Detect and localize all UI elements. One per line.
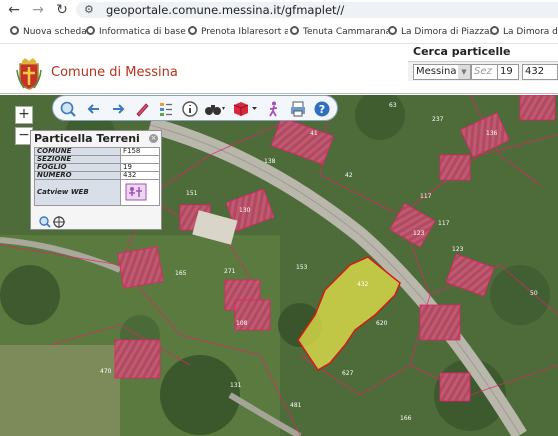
parcel-label: 432: [357, 281, 369, 288]
bookmark-label: Nuova scheda: [23, 27, 87, 37]
bookmark-label: La Dimora di Piazza...: [401, 27, 494, 37]
numero-input[interactable]: 432: [522, 64, 558, 80]
chevron-down-icon[interactable]: ▼: [458, 65, 470, 79]
parcel-label: 470: [100, 368, 112, 375]
globe-icon: [188, 26, 197, 35]
parcel-label: 153: [296, 264, 308, 271]
bookmark-item[interactable]: La Dimora di Spa: [490, 26, 558, 40]
parcel-label: 151: [186, 190, 198, 197]
address-bar[interactable]: ⚙ geoportale.comune.messina.it/gfmaplet/…: [76, 2, 558, 18]
parcel-label: 108: [236, 320, 248, 327]
cerca-form: Messina ▼ Sez 19 432: [408, 61, 558, 81]
coat-of-arms-icon: [16, 58, 42, 90]
parcel-label: 130: [239, 207, 251, 214]
row-value: F158: [120, 147, 160, 156]
legend-icon[interactable]: [157, 100, 175, 118]
row-key: NUMERO: [34, 171, 121, 180]
parcel-label: 117: [420, 193, 432, 200]
panel-actions: [39, 216, 65, 228]
catview-label: Catview WEB: [34, 179, 121, 206]
bookmark-item[interactable]: Prenota Iblaresort a...: [188, 26, 288, 40]
parcel-label: 131: [230, 382, 242, 389]
zoom-search-icon[interactable]: [59, 100, 77, 118]
svg-text:?: ?: [319, 103, 325, 116]
site-settings-icon[interactable]: ⚙: [84, 3, 94, 16]
row-value: 432: [120, 171, 160, 180]
catview-link[interactable]: [120, 179, 160, 206]
pen-icon[interactable]: [133, 100, 151, 118]
parcel-label: 42: [345, 172, 353, 179]
walk-icon[interactable]: [265, 100, 283, 118]
bookmark-label: Prenota Iblaresort a...: [201, 27, 288, 37]
reload-icon[interactable]: ↻: [54, 2, 70, 18]
zoom-to-icon[interactable]: [39, 216, 51, 228]
parcel-label: 123: [452, 246, 464, 253]
app-header: Comune di Messina Cerca particelle Messi…: [0, 44, 558, 94]
globe-icon: [86, 26, 95, 35]
parcel-label: 627: [342, 370, 354, 377]
comune-select[interactable]: Messina ▼: [413, 64, 471, 80]
close-icon[interactable]: ×: [149, 134, 158, 143]
parcel-label: 41: [310, 130, 318, 137]
globe-icon: [490, 26, 499, 35]
bookmark-label: La Dimora di Spa: [503, 27, 558, 37]
page-title: Comune di Messina: [51, 65, 178, 80]
parcel-label: 165: [175, 270, 187, 277]
print-icon[interactable]: [289, 100, 307, 118]
globe-icon: [10, 26, 19, 35]
table-row: NUMERO 432: [34, 171, 160, 180]
panel-title: Particella Terreni: [34, 132, 140, 145]
particella-table: COMUNE F158 SEZIONE FOGLIO 19 NUMERO 432 Ca…: [34, 147, 160, 206]
zoom-in-button[interactable]: +: [15, 106, 33, 124]
cerca-particelle-panel: Cerca particelle Messina ▼ Sez 19 432: [408, 44, 558, 94]
bookmark-item[interactable]: Tenuta Cammarana...: [290, 26, 388, 40]
help-icon[interactable]: ?: [313, 100, 331, 118]
cerca-title: Cerca particelle: [413, 45, 511, 58]
bookmark-item[interactable]: Informatica di base:...: [86, 26, 186, 40]
info-icon[interactable]: [181, 100, 199, 118]
parcel-label: 138: [264, 158, 276, 165]
globe-icon: [388, 26, 397, 35]
url-text: geoportale.comune.messina.it/gfmaplet//: [106, 3, 345, 17]
back-icon[interactable]: ←: [6, 2, 22, 18]
bookmark-item[interactable]: Nuova scheda: [10, 26, 88, 40]
layers-cube-icon[interactable]: [233, 100, 259, 118]
parcel-label: 271: [224, 268, 236, 275]
forward-arrow-icon[interactable]: [109, 100, 127, 118]
bookmark-label: Tenuta Cammarana...: [303, 27, 388, 37]
bookmark-label: Informatica di base:...: [99, 27, 186, 37]
browser-toolbar: ← → ↻ ⚙ geoportale.comune.messina.it/gfm…: [0, 0, 558, 20]
bookmarks-bar: Nuova scheda Informatica di base:... Pre…: [0, 22, 558, 44]
parcel-label: 620: [376, 320, 388, 327]
parcel-label: 136: [486, 130, 498, 137]
globe-icon: [290, 26, 299, 35]
comune-select-value: Messina: [416, 66, 457, 77]
map-toolbar: ?: [52, 95, 338, 121]
bookmark-item[interactable]: La Dimora di Piazza...: [388, 26, 494, 40]
particella-info-panel: Particella Terreni × COMUNE F158 SEZIONE …: [30, 130, 162, 230]
parcel-label: 123: [413, 230, 425, 237]
parcel-label: 117: [438, 220, 450, 227]
parcel-label: 237: [432, 116, 444, 123]
back-arrow-icon[interactable]: [85, 100, 103, 118]
catview-icon[interactable]: [123, 182, 149, 202]
parcel-label: 63: [389, 102, 397, 109]
parcel-label: 166: [400, 415, 412, 422]
table-row: Catview WEB: [34, 179, 160, 206]
parcel-label: 50: [530, 290, 538, 297]
binoculars-icon[interactable]: [203, 100, 227, 118]
parcel-label: 481: [290, 402, 302, 409]
forward-icon[interactable]: →: [30, 2, 46, 18]
foglio-input[interactable]: 19: [497, 64, 519, 80]
crosshair-icon[interactable]: [53, 216, 65, 228]
